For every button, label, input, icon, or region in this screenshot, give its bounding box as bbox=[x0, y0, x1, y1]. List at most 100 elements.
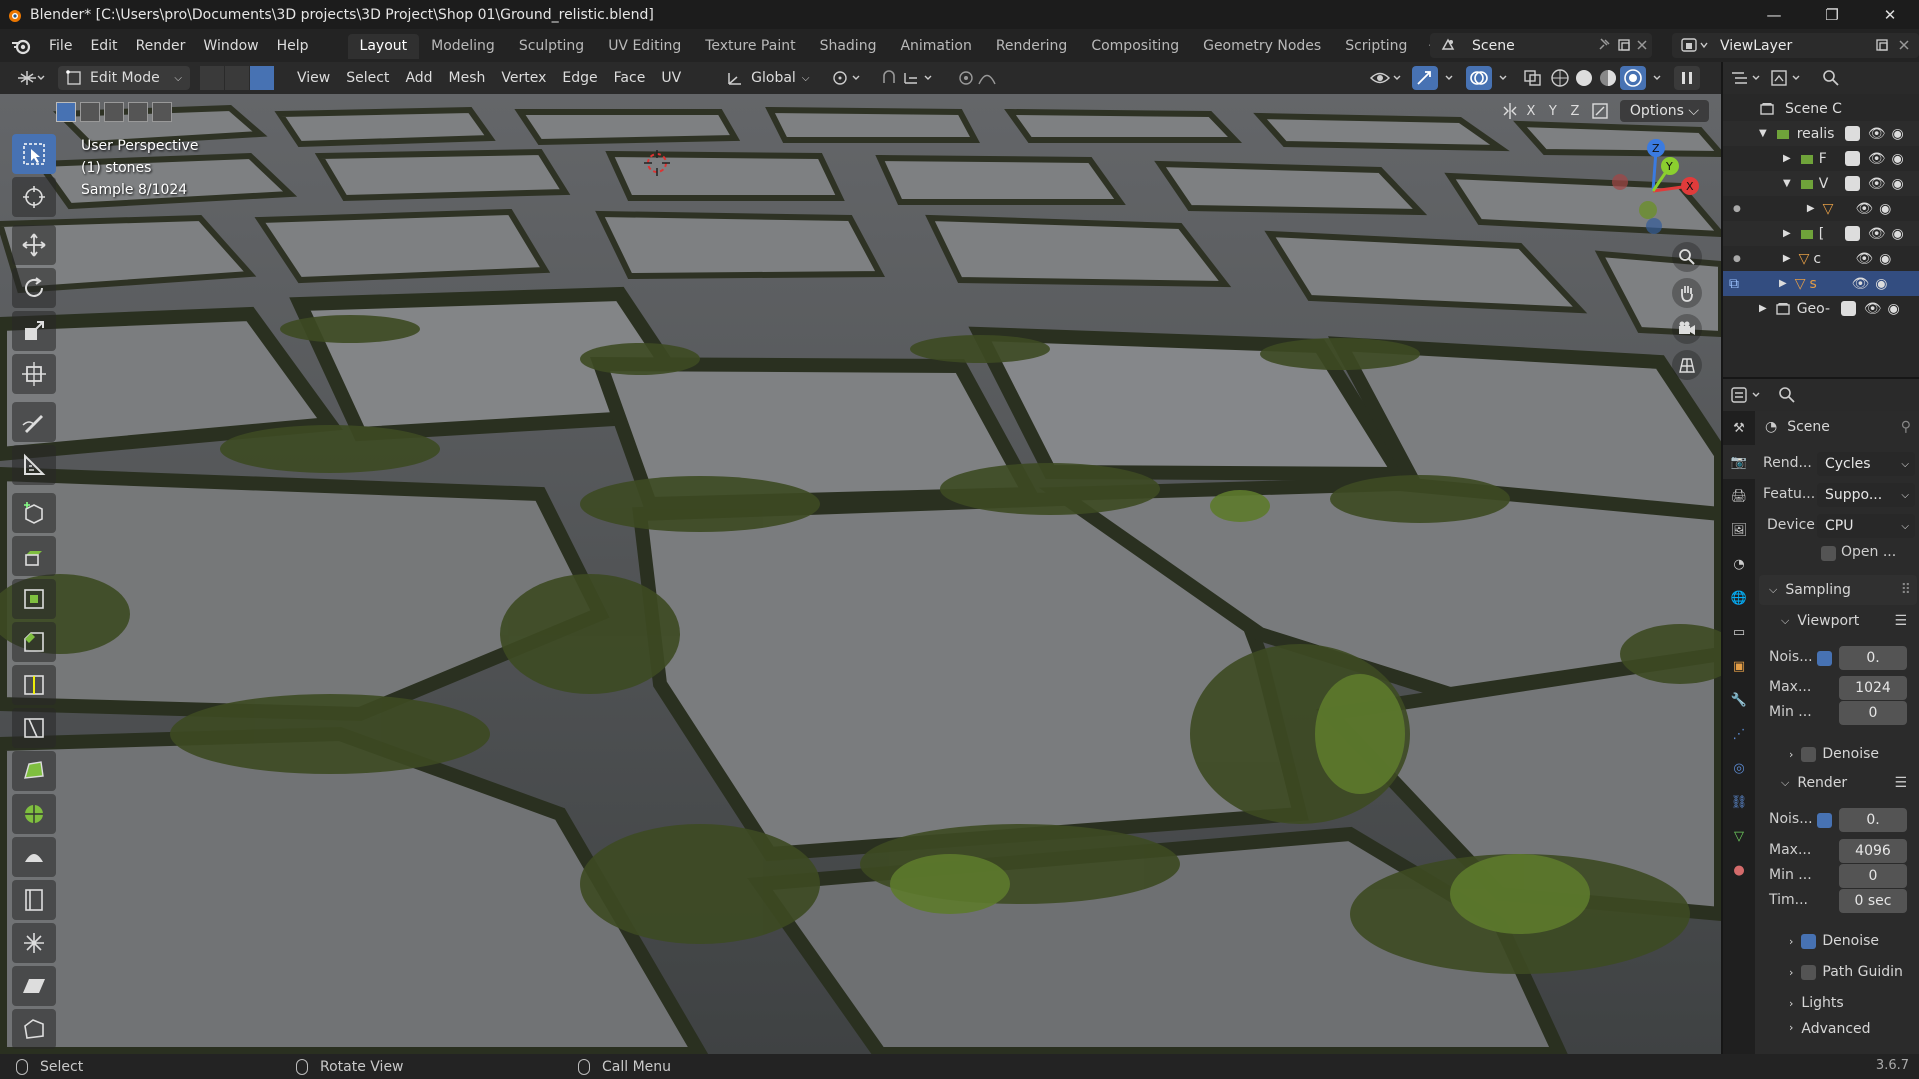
tab-compositing[interactable]: Compositing bbox=[1079, 34, 1191, 59]
sampling-section[interactable]: ⌵ Sampling ⠿ bbox=[1755, 576, 1919, 604]
eye-icon[interactable]: 👁 bbox=[1864, 301, 1882, 317]
axis-y-toggle[interactable]: Y bbox=[1542, 104, 1564, 119]
outliner-row-collection[interactable]: ▶ F 👁 ◉ bbox=[1723, 146, 1919, 171]
perspective-toggle-icon[interactable] bbox=[1672, 350, 1702, 380]
exclude-checkbox[interactable] bbox=[1840, 301, 1856, 316]
menu-add[interactable]: Add bbox=[397, 66, 440, 90]
mode-dropdown[interactable]: Edit Mode ⌵ bbox=[58, 66, 190, 90]
disclosure-triangle-icon[interactable]: ▶ bbox=[1779, 278, 1787, 289]
render-engine-dropdown[interactable]: Cycles ⌵ bbox=[1817, 452, 1915, 476]
tool-cursor[interactable] bbox=[12, 177, 56, 217]
view-layer-tab-icon[interactable]: 🖼 bbox=[1723, 513, 1755, 547]
modifier-tab-icon[interactable]: 🔧 bbox=[1723, 683, 1755, 717]
outliner-row-collection[interactable]: ▶ [ 👁 ◉ bbox=[1723, 221, 1919, 246]
pause-render-icon[interactable] bbox=[1674, 66, 1700, 90]
menu-render[interactable]: Render bbox=[127, 34, 195, 58]
menu-view[interactable]: View bbox=[289, 66, 338, 90]
feature-set-dropdown[interactable]: Suppo... ⌵ bbox=[1817, 483, 1915, 507]
edit-dot-icon[interactable]: ● bbox=[1733, 254, 1741, 264]
disclosure-triangle-icon[interactable]: ▶ bbox=[1783, 253, 1791, 264]
close-button[interactable]: ✕ bbox=[1861, 0, 1919, 29]
open-shading-row[interactable]: Open ... bbox=[1755, 541, 1919, 567]
tool-spin[interactable] bbox=[12, 794, 56, 834]
tool-rotate[interactable] bbox=[12, 268, 56, 308]
tool-shrink-fatten[interactable] bbox=[12, 923, 56, 963]
open-shading-checkbox[interactable] bbox=[1821, 546, 1836, 561]
tool-measure[interactable] bbox=[12, 445, 56, 485]
outliner-row-collection[interactable]: ▼ V 👁 ◉ bbox=[1723, 171, 1919, 196]
tab-layout[interactable]: Layout bbox=[347, 34, 420, 59]
vp-denoise-checkbox[interactable] bbox=[1801, 746, 1817, 762]
visibility-dropdown-icon[interactable] bbox=[1368, 66, 1404, 90]
tool-annotate[interactable] bbox=[12, 402, 56, 442]
path-guiding-subsection[interactable]: › Path Guidin bbox=[1755, 958, 1919, 986]
overlays-toggle-icon[interactable] bbox=[1466, 66, 1516, 90]
menu-uv[interactable]: UV bbox=[653, 66, 689, 90]
r-denoise-checkbox[interactable] bbox=[1801, 933, 1817, 949]
new-view-layer-icon[interactable] bbox=[1874, 37, 1890, 53]
eye-icon[interactable]: 👁 bbox=[1868, 126, 1886, 142]
render-camera-icon[interactable]: ◉ bbox=[1875, 276, 1887, 292]
tab-texture-paint[interactable]: Texture Paint bbox=[693, 34, 807, 59]
world-tab-icon[interactable]: 🌐 bbox=[1723, 581, 1755, 615]
disclosure-triangle-icon[interactable]: ▼ bbox=[1783, 178, 1791, 189]
output-tab-icon[interactable]: 🖨 bbox=[1723, 479, 1755, 513]
vp-noise-checkbox[interactable] bbox=[1817, 651, 1832, 666]
snap-toggle[interactable] bbox=[873, 66, 949, 90]
disclosure-triangle-icon[interactable]: ▶ bbox=[1759, 303, 1767, 314]
tool-scale[interactable] bbox=[12, 311, 56, 351]
outliner-row-object-active[interactable]: ⧉ ▶ ▽ s 👁 ◉ bbox=[1723, 271, 1919, 296]
tab-shading[interactable]: Shading bbox=[808, 34, 889, 59]
render-tab-icon[interactable]: 📷 bbox=[1723, 445, 1755, 479]
menu-select[interactable]: Select bbox=[338, 66, 397, 90]
tool-extrude[interactable] bbox=[12, 536, 56, 576]
menu-edge[interactable]: Edge bbox=[554, 66, 605, 90]
r-noise-field[interactable]: 0. bbox=[1839, 808, 1907, 832]
render-camera-icon[interactable]: ◉ bbox=[1891, 151, 1903, 167]
tool-knife[interactable] bbox=[12, 708, 56, 748]
physics-tab-icon[interactable]: ◎ bbox=[1723, 751, 1755, 785]
disclosure-triangle-icon[interactable]: ▶ bbox=[1783, 228, 1791, 239]
orientation-dropdown[interactable]: Global ⌵ bbox=[719, 66, 817, 90]
render-camera-icon[interactable]: ◉ bbox=[1887, 301, 1899, 317]
display-mode-icon[interactable] bbox=[1769, 68, 1803, 88]
menu-edit[interactable]: Edit bbox=[81, 34, 126, 58]
blender-menu-icon[interactable] bbox=[10, 35, 32, 57]
collection-tab-icon[interactable]: ▭ bbox=[1723, 615, 1755, 649]
eye-icon[interactable]: 👁 bbox=[1868, 226, 1886, 242]
proportional-edit-toggle[interactable] bbox=[949, 66, 1025, 90]
r-max-samples-field[interactable]: 4096 bbox=[1839, 839, 1907, 863]
menu-file[interactable]: File bbox=[40, 34, 81, 58]
vp-min-samples-field[interactable]: 0 bbox=[1839, 701, 1907, 725]
scene-selector[interactable]: Scene bbox=[1430, 33, 1652, 58]
tool-move[interactable] bbox=[12, 225, 56, 265]
menu-vertex[interactable]: Vertex bbox=[493, 66, 554, 90]
3d-viewport[interactable]: User Perspective (1) stones Sample 8/102… bbox=[0, 94, 1721, 1054]
eye-icon[interactable]: 👁 bbox=[1855, 251, 1873, 267]
pin-icon[interactable] bbox=[1596, 37, 1612, 53]
minimize-button[interactable]: — bbox=[1745, 0, 1803, 29]
search-icon[interactable] bbox=[1777, 385, 1797, 405]
edge-select-button[interactable] bbox=[225, 66, 249, 90]
pivot-dropdown[interactable] bbox=[823, 66, 873, 90]
outliner-row-object[interactable]: ● ▶ ▽ c 👁 ◉ bbox=[1723, 246, 1919, 271]
vp-noise-field[interactable]: 0. bbox=[1839, 646, 1907, 670]
disclosure-triangle-icon[interactable]: ▶ bbox=[1783, 153, 1791, 164]
tab-scripting[interactable]: Scripting bbox=[1333, 34, 1419, 59]
tool-tab-icon[interactable]: ⚒ bbox=[1723, 411, 1755, 445]
particles-tab-icon[interactable]: ⋰ bbox=[1723, 717, 1755, 751]
delete-scene-icon[interactable] bbox=[1634, 37, 1650, 53]
eye-icon[interactable]: 👁 bbox=[1868, 151, 1886, 167]
data-tab-icon[interactable]: ▽ bbox=[1723, 819, 1755, 853]
select-invert-button[interactable] bbox=[128, 102, 148, 122]
mesh-symmetry-icon[interactable] bbox=[1500, 101, 1520, 121]
exclude-checkbox[interactable] bbox=[1844, 151, 1860, 166]
edit-mode-indicator-icon[interactable]: ⧉ bbox=[1729, 276, 1739, 292]
view-layer-selector[interactable]: ViewLayer bbox=[1672, 33, 1919, 58]
axis-x-toggle[interactable]: X bbox=[1520, 104, 1542, 119]
menu-mesh[interactable]: Mesh bbox=[441, 66, 494, 90]
tool-loop-cut[interactable] bbox=[12, 665, 56, 705]
drag-handle-icon[interactable]: ⠿ bbox=[1901, 582, 1911, 598]
vertex-select-button[interactable] bbox=[200, 66, 224, 90]
tool-inset[interactable] bbox=[12, 579, 56, 619]
